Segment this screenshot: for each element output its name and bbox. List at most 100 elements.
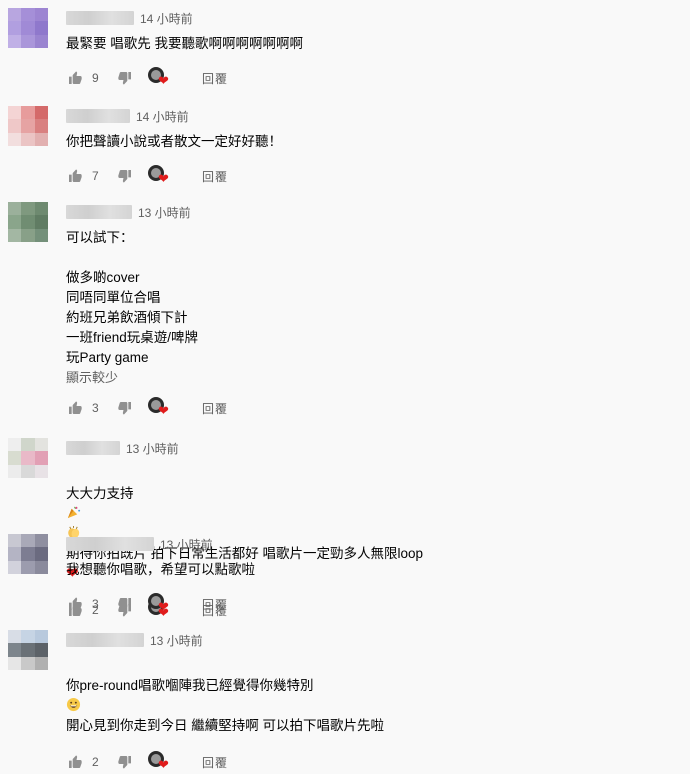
comment-list: 14 小時前 最緊要 唱歌先 我要聽歌啊啊啊啊啊啊啊 9 ❤ 回覆 14 小時前… — [0, 0, 690, 771]
avatar-pixel — [34, 106, 48, 120]
avatar-pixel — [8, 534, 22, 548]
avatar-pixel — [8, 656, 22, 670]
thumbs-down-icon[interactable] — [116, 399, 134, 417]
creator-heart: ❤ — [148, 397, 172, 419]
comment: 13 小時前 你pre-round唱歌嗰陣我已經覺得你幾特別 開心見到你走到今日… — [0, 630, 690, 771]
author-name-blurred[interactable] — [66, 11, 134, 25]
like-count: 9 — [92, 71, 99, 85]
thumbs-up-icon[interactable] — [66, 167, 84, 185]
avatar-pixel — [21, 34, 35, 48]
avatar-pixel — [8, 464, 22, 478]
comment-text-part: 大大力支持 — [66, 486, 134, 501]
comment: 13 小時前 我想聽你唱歌，希望可以點歌啦 3 ❤ 回覆 — [0, 532, 690, 630]
comment-text: 可以試下： 做多啲cover 同唔同單位合唱 約班兄弟飲酒傾下計 一班frien… — [66, 230, 199, 365]
avatar-pixel — [34, 534, 48, 548]
creator-heart: ❤ — [148, 593, 172, 615]
avatar-pixel — [8, 643, 22, 657]
creator-heart: ❤ — [148, 751, 172, 773]
avatar-pixel — [21, 451, 35, 465]
avatar-pixel — [8, 451, 22, 465]
avatar-pixel — [8, 547, 22, 561]
show-less-link[interactable]: 顯示較少 — [66, 368, 690, 388]
thumbs-up-icon[interactable] — [66, 753, 84, 771]
party-popper-emoji — [67, 506, 81, 519]
thumbs-up-icon[interactable] — [66, 69, 84, 87]
thumbs-down-icon[interactable] — [116, 753, 134, 771]
thumbs-down-icon[interactable] — [116, 69, 134, 87]
avatar-pixel — [8, 21, 22, 35]
avatar-pixel — [34, 215, 48, 229]
avatar[interactable] — [8, 630, 48, 670]
thumbs-up-icon[interactable] — [66, 595, 84, 613]
comment-actions: 2 ❤ 回覆 — [66, 750, 690, 774]
avatar-pixel — [34, 132, 48, 146]
comment-text: 你把聲讀小說或者散文一定好好聽！ — [66, 134, 282, 149]
author-name-blurred[interactable] — [66, 205, 132, 219]
avatar-pixel — [34, 8, 48, 22]
avatar-pixel — [8, 8, 22, 22]
heart-icon: ❤ — [158, 403, 169, 418]
avatar[interactable] — [8, 534, 48, 574]
avatar-pixel — [34, 228, 48, 242]
avatar-pixel — [34, 202, 48, 216]
avatar-pixel — [8, 132, 22, 146]
avatar-pixel — [8, 215, 22, 229]
grinning-emoji — [66, 697, 81, 712]
comment-time[interactable]: 13 小時前 — [150, 632, 203, 649]
avatar[interactable] — [8, 106, 48, 146]
avatar-pixel — [34, 451, 48, 465]
comment-actions: 3 ❤ 回覆 — [66, 592, 690, 616]
comment-time[interactable]: 14 小時前 — [140, 10, 193, 27]
like-count: 3 — [92, 597, 99, 611]
reply-button[interactable]: 回覆 — [202, 168, 228, 185]
comment: 13 小時前 可以試下： 做多啲cover 同唔同單位合唱 約班兄弟飲酒傾下計 … — [0, 196, 690, 434]
comment-actions: 7 ❤ 回覆 — [66, 164, 690, 188]
avatar-pixel — [21, 438, 35, 452]
avatar-pixel — [8, 202, 22, 216]
comment-time[interactable]: 13 小時前 — [138, 204, 191, 221]
comment-text: 最緊要 唱歌先 我要聽歌啊啊啊啊啊啊啊 — [66, 36, 304, 51]
avatar[interactable] — [8, 202, 48, 242]
avatar-pixel — [21, 228, 35, 242]
avatar-pixel — [34, 34, 48, 48]
thumbs-down-icon[interactable] — [116, 167, 134, 185]
reply-button[interactable]: 回覆 — [202, 70, 228, 87]
comment-time[interactable]: 14 小時前 — [136, 108, 189, 125]
avatar-pixel — [34, 464, 48, 478]
reply-button[interactable]: 回覆 — [202, 596, 228, 613]
like-count: 2 — [92, 755, 99, 769]
like-count: 7 — [92, 169, 99, 183]
avatar-pixel — [21, 464, 35, 478]
avatar-pixel — [8, 106, 22, 120]
reply-button[interactable]: 回覆 — [202, 754, 228, 771]
thumbs-down-icon[interactable] — [116, 595, 134, 613]
author-name-blurred[interactable] — [66, 537, 154, 551]
avatar-pixel — [34, 630, 48, 644]
thumbs-up-icon[interactable] — [66, 399, 84, 417]
reply-button[interactable]: 回覆 — [202, 400, 228, 417]
avatar[interactable] — [8, 8, 48, 48]
heart-icon: ❤ — [158, 757, 169, 772]
avatar-pixel — [21, 215, 35, 229]
avatar-pixel — [21, 560, 35, 574]
avatar-pixel — [21, 547, 35, 561]
comment-time[interactable]: 13 小時前 — [160, 536, 213, 553]
comment: 14 小時前 最緊要 唱歌先 我要聽歌啊啊啊啊啊啊啊 9 ❤ 回覆 — [0, 0, 690, 94]
avatar-pixel — [21, 8, 35, 22]
avatar-pixel — [34, 547, 48, 561]
avatar-pixel — [8, 34, 22, 48]
avatar-pixel — [21, 656, 35, 670]
comment-actions: 3 ❤ 回覆 — [66, 396, 690, 420]
avatar-pixel — [8, 438, 22, 452]
avatar-pixel — [8, 119, 22, 133]
comment-time[interactable]: 13 小時前 — [126, 440, 179, 457]
avatar[interactable] — [8, 438, 48, 478]
comment-text: 我想聽你唱歌，希望可以點歌啦 — [66, 562, 255, 577]
heart-icon: ❤ — [158, 171, 169, 186]
heart-icon: ❤ — [158, 599, 169, 614]
comment: 13 小時前 大大力支持 期待你拍既片 拍下日常生活都好 唱歌片一定勁多人無限l… — [0, 434, 690, 619]
author-name-blurred[interactable] — [66, 441, 120, 455]
author-name-blurred[interactable] — [66, 109, 130, 123]
avatar-pixel — [34, 560, 48, 574]
author-name-blurred[interactable] — [66, 633, 144, 647]
